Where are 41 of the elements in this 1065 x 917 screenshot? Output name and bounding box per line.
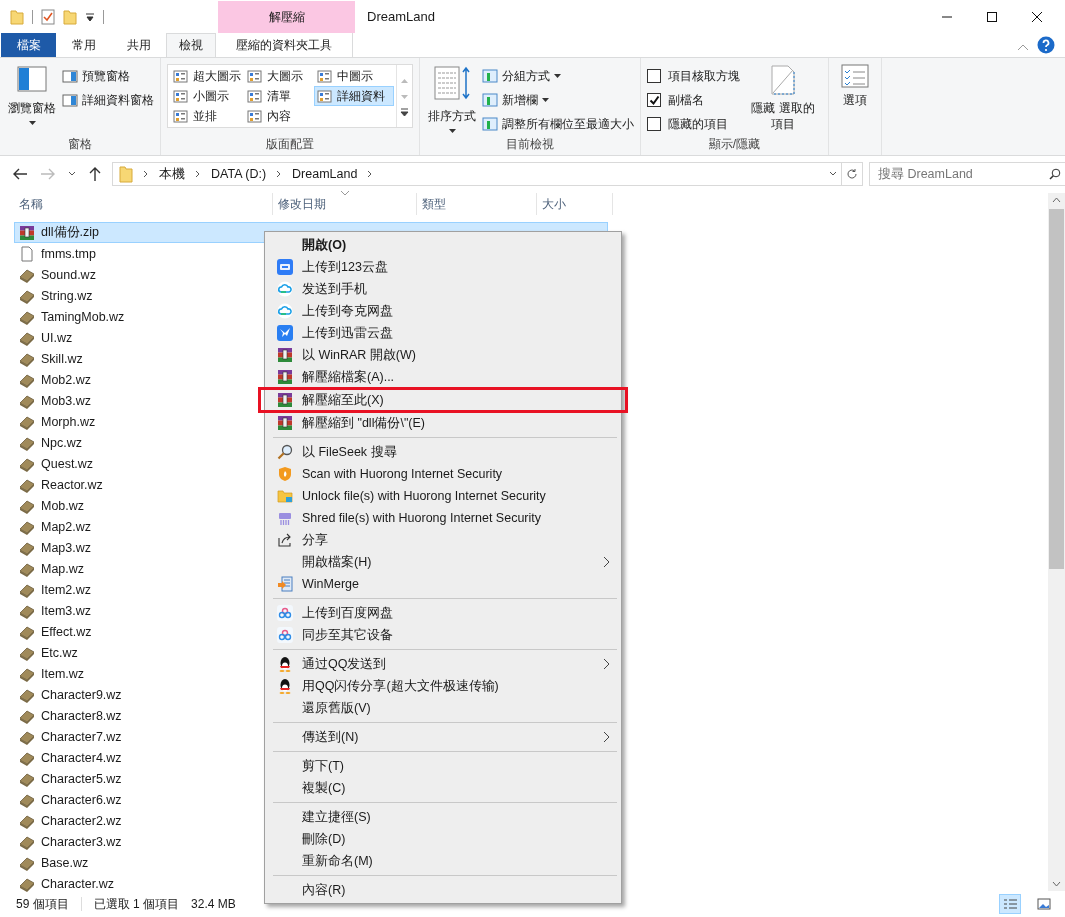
file-name: Reactor.wz [41,477,103,492]
file-name: Map3.wz [41,540,92,555]
file-name: Map.wz [41,561,85,576]
file-name: Mob.wz [41,498,85,513]
group-label: 顯示/隱藏 [707,136,762,153]
file-name: Morph.wz [41,414,96,429]
file-name: Character4.wz [41,750,122,765]
file-name: fmms.tmp [41,246,96,261]
file-name: Character5.wz [41,771,122,786]
file-name: Skill.wz [41,351,83,366]
file-name: Character7.wz [41,729,122,744]
file-name: Character9.wz [41,687,122,702]
file-name: Base.wz [41,855,89,870]
file-name: Quest.wz [41,456,94,471]
file-name: Mob2.wz [41,372,92,387]
file-name: Item3.wz [41,603,91,618]
file-name: Character8.wz [41,708,122,723]
file-name: Effect.wz [41,624,92,639]
group-label: 窗格 [67,136,93,153]
file-name: Item2.wz [41,582,91,597]
file-name: Character2.wz [41,813,122,828]
file-name: Character3.wz [41,834,122,849]
file-name: String.wz [41,288,93,303]
file-name: Character6.wz [41,792,122,807]
file-name: Sound.wz [41,267,96,282]
file-name: Item.wz [41,666,85,681]
selection-size: 32.4 MB [191,897,236,911]
context-tab-header: 解壓縮 [218,1,355,33]
file-name: Npc.wz [41,435,82,450]
file-name: TamingMob.wz [41,309,125,324]
file-name: Mob3.wz [41,393,92,408]
file-name: dll備份.zip [41,224,99,241]
group-label: 目前檢視 [505,136,555,153]
file-name: Character.wz [41,876,114,891]
file-name: Etc.wz [41,645,78,660]
item-count: 59 個項目 [16,895,69,913]
file-name: UI.wz [41,330,73,345]
window-title: DreamLand [367,9,435,24]
selection-count: 已選取 1 個項目 [93,895,180,913]
group-label: 版面配置 [265,136,315,153]
file-name: Map2.wz [41,519,92,534]
